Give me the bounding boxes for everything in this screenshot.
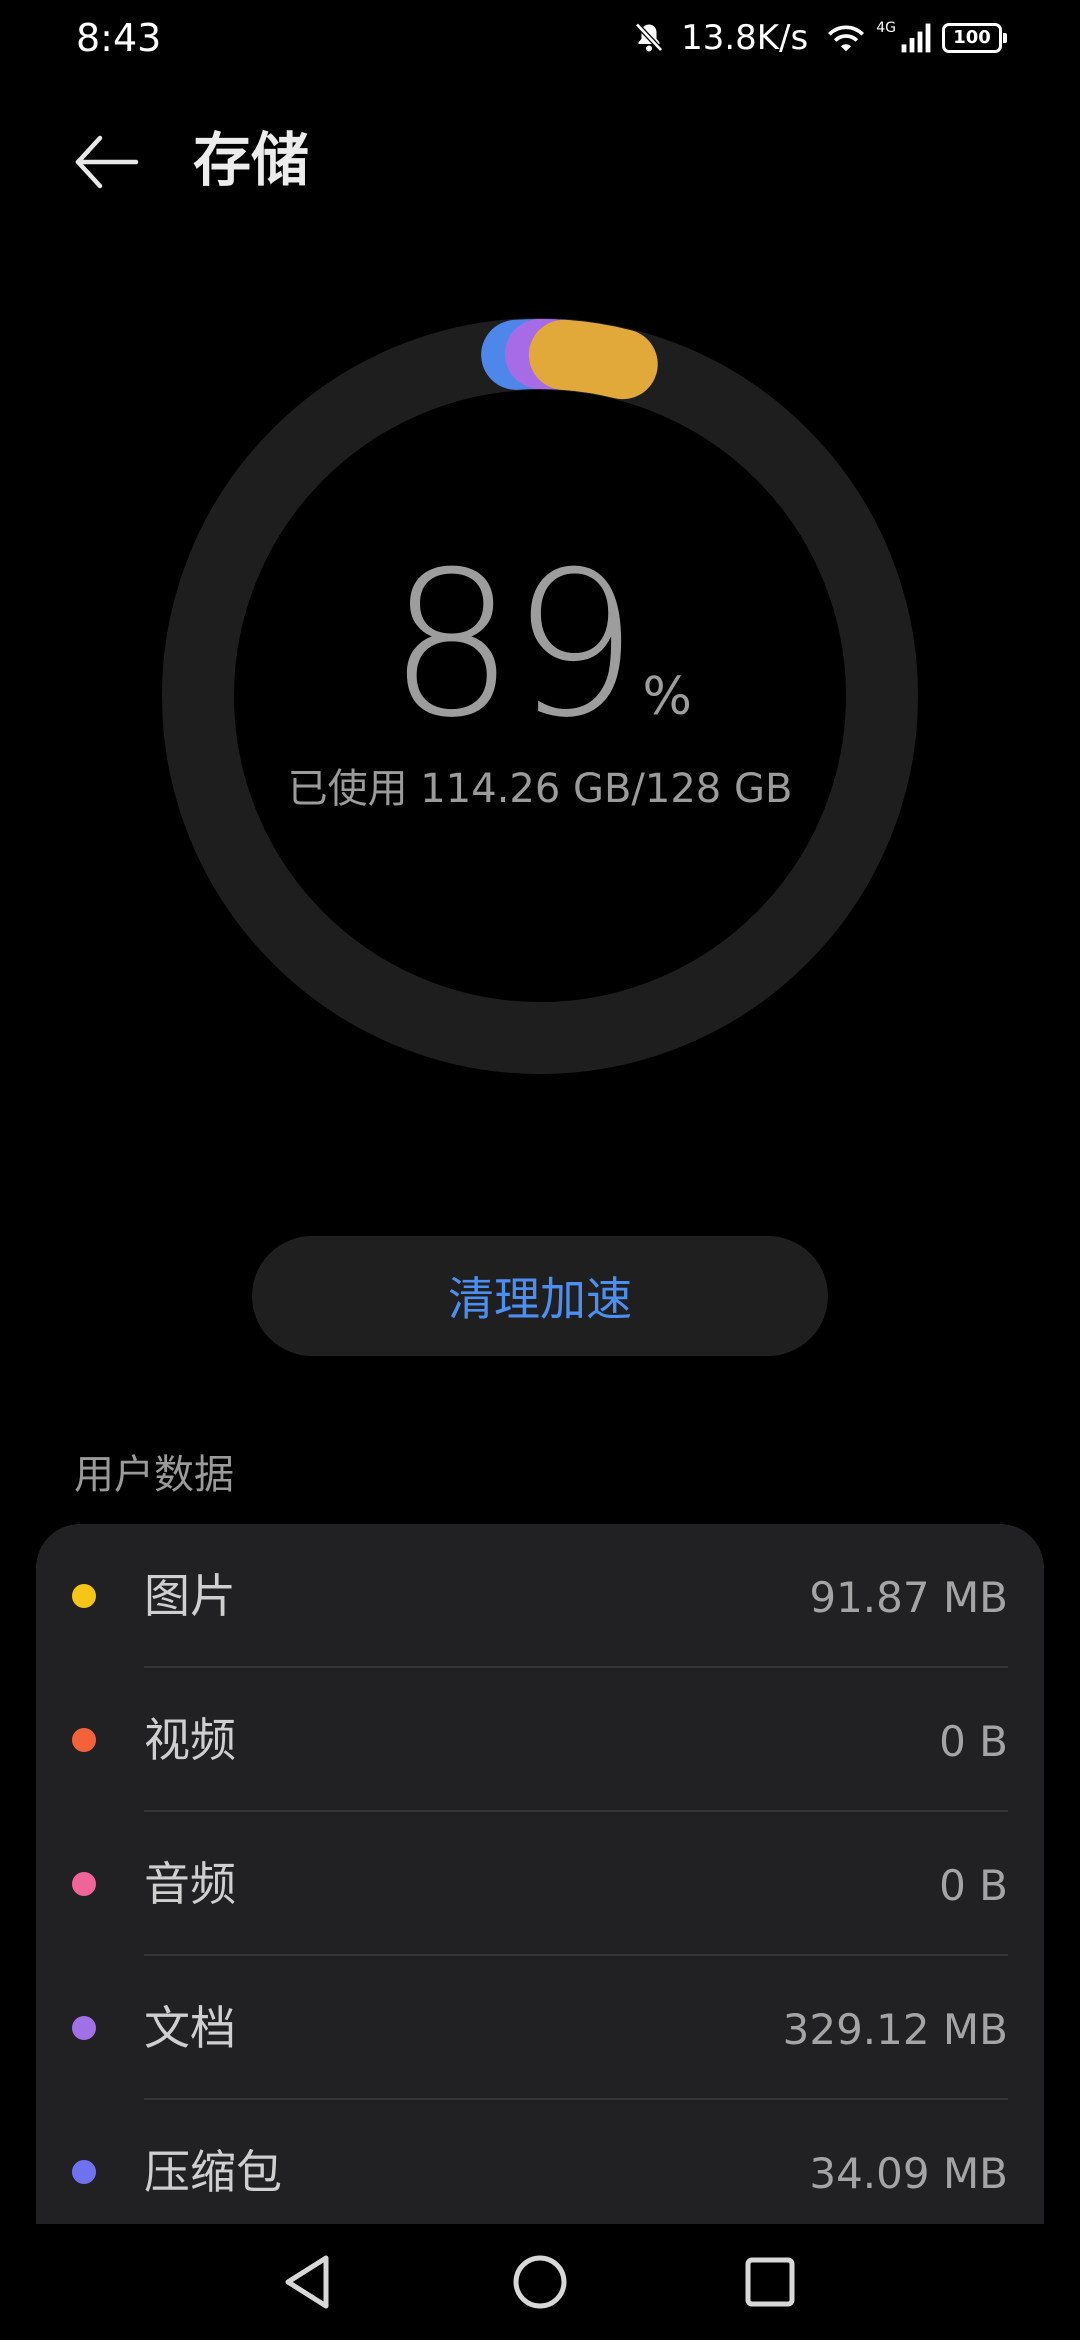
nav-back-button[interactable] (276, 2250, 340, 2314)
back-triangle-icon (285, 2255, 329, 2309)
item-value: 34.09 MB (809, 2149, 1008, 2198)
archives-dot-icon (72, 2160, 96, 2184)
list-item-images[interactable]: 图片 91.87 MB (36, 1524, 1044, 1668)
back-button[interactable] (70, 126, 142, 198)
battery-level: 100 (953, 27, 991, 48)
cellular-signal-icon (900, 22, 932, 54)
item-label: 文档 (144, 2001, 236, 2055)
nav-recents-button[interactable] (738, 2250, 802, 2314)
page-title: 存储 (193, 126, 310, 194)
used-capacity: 已使用 114.26 GB/128 GB (287, 766, 793, 812)
user-data-list: 图片 91.87 MB 视频 0 B 音频 0 B 文档 329.12 MB 压… (36, 1524, 1044, 2224)
net-speed: 13.8K/s (681, 18, 809, 58)
system-nav-bar (0, 2224, 1080, 2340)
item-label: 压缩包 (144, 2145, 282, 2199)
item-value: 91.87 MB (809, 1573, 1008, 1622)
item-label: 视频 (144, 1713, 236, 1767)
percent-display: 89% (160, 546, 920, 746)
videos-dot-icon (72, 1728, 96, 1752)
storage-ring: 89% 已使用 114.26 GB/128 GB (160, 316, 920, 1076)
item-value: 329.12 MB (782, 2005, 1008, 2054)
back-arrow-icon (75, 135, 139, 189)
clean-accelerate-button[interactable]: 清理加速 (252, 1236, 828, 1356)
documents-dot-icon (72, 2016, 96, 2040)
images-dot-icon (72, 1584, 96, 1608)
status-time: 8:43 (76, 16, 162, 60)
battery-icon: 100 (942, 23, 1007, 53)
recents-square-icon (745, 2257, 795, 2307)
list-item-archives[interactable]: 压缩包 34.09 MB (36, 2100, 1044, 2224)
percent-sign: % (642, 667, 692, 727)
list-item-audio[interactable]: 音频 0 B (36, 1812, 1044, 1956)
status-bar: 8:43 13.8K/s 4G 100 (0, 0, 1080, 76)
mute-bell-icon (631, 20, 667, 56)
ring-segment-图片 (528, 319, 658, 400)
item-label: 图片 (144, 1569, 236, 1623)
audio-dot-icon (72, 1872, 96, 1896)
section-title-user-data: 用户数据 (74, 1452, 234, 1498)
list-item-videos[interactable]: 视频 0 B (36, 1668, 1044, 1812)
item-label: 音频 (144, 1857, 236, 1911)
list-item-documents[interactable]: 文档 329.12 MB (36, 1956, 1044, 2100)
item-value: 0 B (939, 1861, 1008, 1910)
status-indicators: 13.8K/s 4G 100 (631, 14, 1007, 62)
ring-segments (478, 316, 661, 403)
home-circle-icon (513, 2255, 567, 2309)
network-type: 4G (876, 20, 896, 36)
nav-home-button[interactable] (508, 2250, 572, 2314)
item-value: 0 B (939, 1717, 1008, 1766)
used-percent: 89 (388, 529, 638, 762)
wifi-icon (826, 21, 866, 55)
app-header: 存储 (0, 110, 1080, 210)
